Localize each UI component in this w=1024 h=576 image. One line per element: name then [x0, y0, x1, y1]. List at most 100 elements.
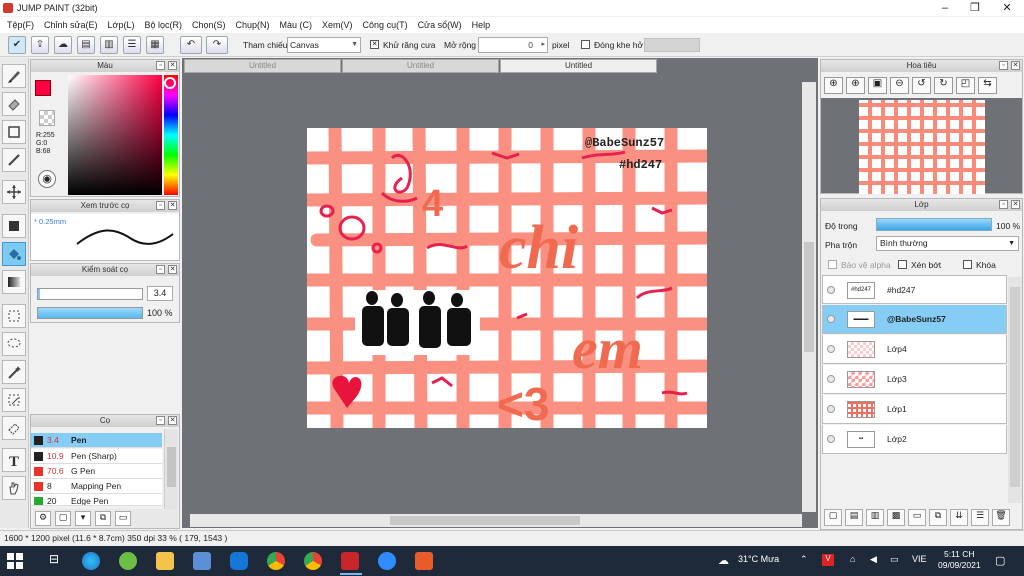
doc-tab-3[interactable]: Untitled	[500, 59, 657, 73]
merge-down-icon[interactable]: ⇊	[950, 509, 968, 526]
float-icon[interactable]: ▫	[156, 201, 165, 210]
fit-icon[interactable]: ▣	[868, 77, 887, 94]
menu-edit[interactable]: Chỉnh sửa(E)	[39, 20, 103, 30]
expand-input[interactable]: 0 ▸	[478, 37, 548, 53]
grid-icon[interactable]: ▦	[146, 36, 164, 54]
edge-icon[interactable]	[82, 552, 100, 570]
lasso-tool-icon[interactable]	[2, 332, 26, 356]
panel-close-icon[interactable]: ✕	[1011, 61, 1020, 70]
brush-item[interactable]: 10.9 Pen (Sharp)	[31, 449, 162, 464]
maximize-button[interactable]: ❐	[960, 0, 990, 16]
reference-select[interactable]: Canvas ▼	[287, 37, 361, 53]
zoom-out-icon[interactable]: ⊖	[890, 77, 909, 94]
lock-checkbox[interactable]	[963, 260, 972, 269]
check-icon[interactable]: ✔	[8, 36, 26, 54]
network-icon[interactable]: ⌂	[850, 554, 855, 564]
clock[interactable]: 5:11 CH 09/09/2021	[938, 549, 981, 571]
zalo-icon[interactable]	[230, 552, 248, 570]
doc-tab-2[interactable]: Untitled	[342, 59, 499, 73]
document-icon[interactable]: ▥	[100, 36, 118, 54]
panel-close-icon[interactable]: ✕	[168, 61, 177, 70]
antialias-checkbox[interactable]: ✕	[370, 40, 379, 49]
close-gap-checkbox[interactable]	[581, 40, 590, 49]
weather-text[interactable]: 31°C Mưa	[738, 554, 779, 564]
tray-chevron-icon[interactable]: ⌃	[800, 554, 808, 565]
layer-menu-icon[interactable]: ☰	[971, 509, 989, 526]
drawing-canvas[interactable]: 4 chi em <3 @BabeSunz57 #hd247	[307, 128, 707, 428]
doc-tab-1[interactable]: Untitled	[184, 59, 341, 73]
jump-paint-icon[interactable]	[341, 552, 359, 570]
layer-row[interactable]: #hd247 #hd247	[822, 275, 1007, 304]
minimize-button[interactable]: –	[930, 0, 960, 16]
app-blue-icon[interactable]	[193, 552, 211, 570]
brush-opacity-slider[interactable]	[37, 307, 143, 319]
selection-pen-icon[interactable]	[2, 388, 26, 412]
hue-slider[interactable]	[164, 75, 178, 195]
new-brush-icon[interactable]: ▢	[55, 511, 71, 526]
layer-row[interactable]: ▬▬▬ @BabeSunz57	[822, 305, 1007, 334]
brush-menu-icon[interactable]: ▾	[75, 511, 91, 526]
float-icon[interactable]: ▫	[156, 416, 165, 425]
brush-settings-icon[interactable]: ⚙	[35, 511, 51, 526]
list-icon[interactable]: ☰	[123, 36, 141, 54]
move-tool-icon[interactable]	[2, 180, 26, 204]
menu-view[interactable]: Xem(V)	[317, 20, 358, 30]
gap-slider[interactable]	[644, 38, 700, 52]
brush-size-slider[interactable]	[37, 288, 143, 300]
menu-capture[interactable]: Chụp(N)	[231, 20, 275, 30]
hue-handle[interactable]	[164, 77, 176, 89]
menu-file[interactable]: Tệp(F)	[2, 20, 39, 30]
halftone-icon[interactable]: ▩	[887, 509, 905, 526]
zoom-icon[interactable]	[378, 552, 396, 570]
palette-icon[interactable]: ◉	[38, 170, 56, 188]
visibility-icon[interactable]	[827, 345, 835, 353]
app-green-icon[interactable]	[119, 552, 137, 570]
panel-close-icon[interactable]: ✕	[168, 265, 177, 274]
protect-alpha-checkbox[interactable]	[828, 260, 837, 269]
brush-item[interactable]: 3.4 Pen	[31, 433, 162, 448]
visibility-icon[interactable]	[827, 286, 835, 294]
menu-color[interactable]: Màu (C)	[275, 20, 318, 30]
brush-item[interactable]: 70.6 G Pen	[31, 464, 162, 479]
delete-layer-icon[interactable]: 🗑	[992, 509, 1010, 526]
visibility-icon[interactable]	[827, 375, 835, 383]
brush-size-value[interactable]: 3.4	[147, 286, 173, 301]
hand-tool-icon[interactable]	[2, 476, 26, 500]
clipping-checkbox[interactable]	[898, 260, 907, 269]
transparent-swatch[interactable]	[39, 110, 55, 126]
visibility-icon[interactable]	[827, 405, 835, 413]
panel-close-icon[interactable]: ✕	[168, 201, 177, 210]
app-orange-icon[interactable]	[415, 552, 433, 570]
pen-tool-icon[interactable]	[2, 148, 26, 172]
duplicate-layer-icon[interactable]: ⧉	[929, 509, 947, 526]
marquee-tool-icon[interactable]	[2, 304, 26, 328]
file-explorer-icon[interactable]	[156, 552, 174, 570]
rectangle-tool-icon[interactable]	[2, 120, 26, 144]
weather-icon[interactable]: ☁	[718, 554, 729, 567]
float-icon[interactable]: ▫	[999, 61, 1008, 70]
reset-icon[interactable]: ◰	[956, 77, 975, 94]
language-indicator[interactable]: VIE	[912, 554, 927, 564]
layer-opacity-slider[interactable]	[876, 218, 992, 231]
new-layer-icon[interactable]: ▢	[824, 509, 842, 526]
brush-item[interactable]: 20 Edge Pen	[31, 494, 162, 506]
vertical-scrollbar[interactable]	[802, 82, 816, 512]
notification-icon[interactable]: ▢	[995, 554, 1005, 567]
brush-tool-icon[interactable]	[2, 64, 26, 88]
zoom-in-plus-icon[interactable]: ⊕	[846, 77, 865, 94]
flip-icon[interactable]: ⇆	[978, 77, 997, 94]
new-raster-icon[interactable]: ▤	[845, 509, 863, 526]
redo-icon[interactable]: ↷	[206, 36, 228, 54]
task-view-icon[interactable]: ⊟	[45, 552, 63, 570]
brush-item[interactable]: 8 Mapping Pen	[31, 479, 162, 494]
horizontal-scrollbar[interactable]	[190, 514, 802, 527]
export-icon[interactable]: ⇪	[31, 36, 49, 54]
battery-icon[interactable]: ▭	[890, 554, 899, 565]
chrome-icon[interactable]	[267, 552, 285, 570]
fill-rect-tool-icon[interactable]	[2, 214, 26, 238]
tray-app-icon[interactable]: V	[822, 554, 834, 566]
panel-close-icon[interactable]: ✕	[1011, 200, 1020, 209]
menu-filter[interactable]: Bộ lọc(R)	[139, 20, 187, 30]
message-icon[interactable]: ▤	[77, 36, 95, 54]
float-icon[interactable]: ▫	[156, 61, 165, 70]
